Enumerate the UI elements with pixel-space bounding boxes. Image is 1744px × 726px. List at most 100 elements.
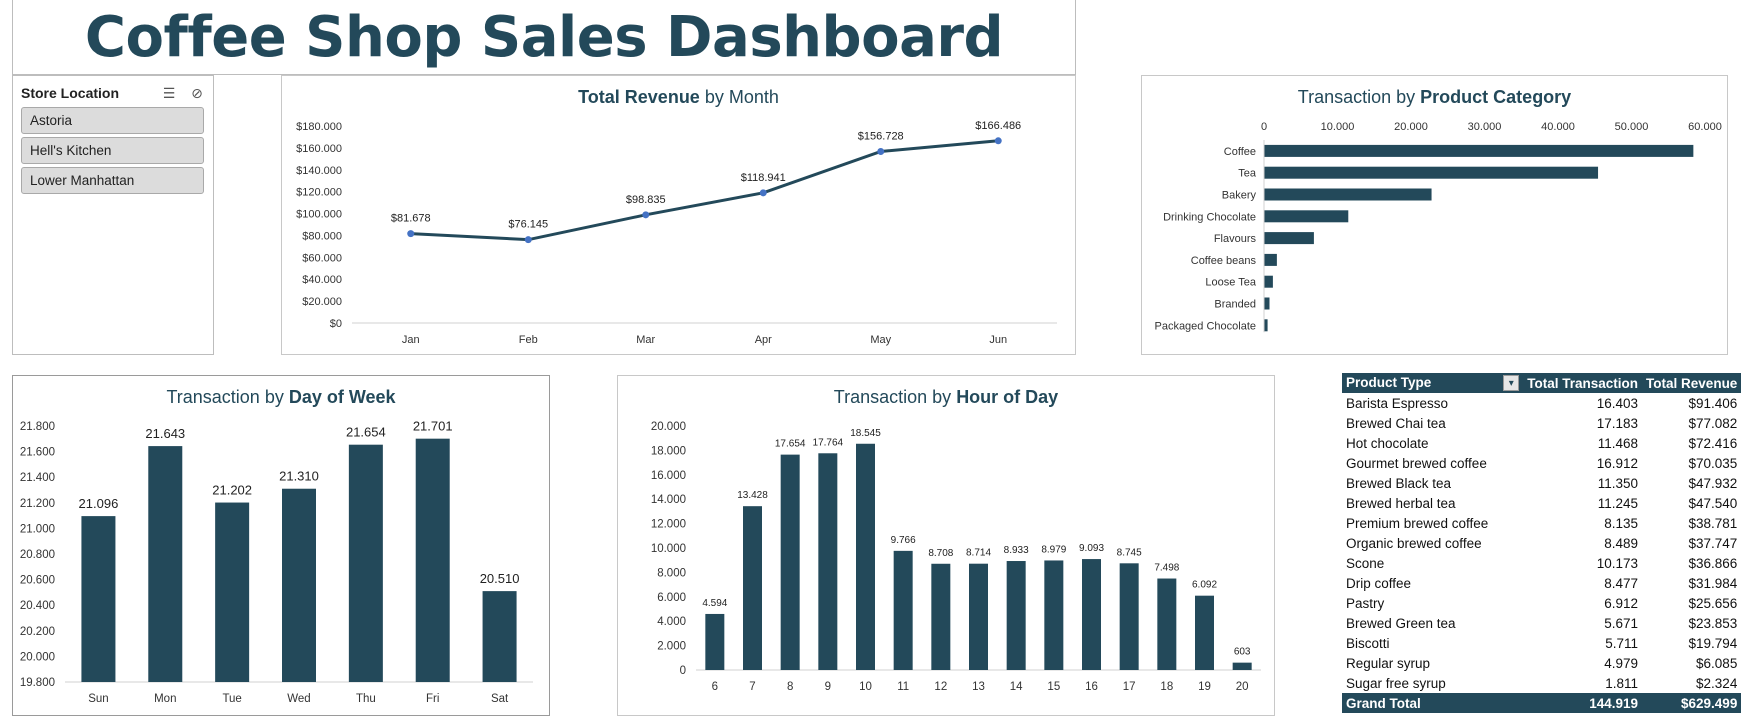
bar	[1157, 578, 1177, 670]
x-tick-label: 0	[1261, 121, 1267, 133]
y-tick-label: 4.000	[657, 616, 686, 628]
table-row: Scone 10.173 $36.866	[1342, 553, 1741, 573]
y-tick-label: 8.000	[657, 567, 686, 579]
table-row: Brewed Black tea 11.350 $47.932	[1342, 473, 1741, 493]
x-tick-label: Jan	[402, 334, 420, 346]
transaction-cell: 8.477	[1604, 575, 1639, 591]
revenue-cell: $23.853	[1688, 615, 1738, 631]
product-type-pivot-table: Product Type ▾ Total Transaction Total Re…	[1342, 373, 1742, 713]
table-row: Barista Espresso 16.403 $91.406	[1342, 393, 1741, 413]
transaction-cell: 11.245	[1597, 495, 1639, 511]
x-tick-label: Mar	[636, 334, 655, 346]
x-tick-label: Tue	[222, 693, 241, 705]
data-point	[642, 211, 650, 219]
bar	[1006, 561, 1026, 670]
hour-of-day-chart[interactable]: Transaction by Hour of Day 0 2.000 4.000 6.…	[617, 375, 1275, 716]
bar	[1044, 560, 1064, 670]
bar	[818, 453, 838, 670]
data-point	[759, 189, 767, 197]
bar	[931, 563, 951, 670]
revenue-cell: $6.085	[1696, 655, 1738, 671]
x-tick-label: Thu	[356, 693, 376, 705]
y-tick-label: $100.000	[296, 209, 342, 221]
x-tick-label: Apr	[755, 334, 772, 346]
data-label: 21.643	[145, 426, 185, 441]
y-tick-label: 19.800	[20, 677, 55, 689]
x-tick-label: Wed	[287, 693, 310, 705]
x-tick-label: 16	[1085, 681, 1098, 693]
revenue-cell: $70.035	[1688, 455, 1738, 471]
table-row: Premium brewed coffee 8.135 $38.781	[1342, 513, 1741, 533]
x-tick-label: 17	[1123, 681, 1136, 693]
transaction-cell: 16.403	[1596, 395, 1639, 411]
x-tick-label: 9	[825, 681, 831, 693]
bar	[348, 444, 383, 682]
store-location-slicer: Store Location ☰ ⊘ Astoria Hell's Kitche…	[12, 75, 214, 355]
table-row: Regular syrup 4.979 $6.085	[1342, 653, 1741, 673]
revenue-cell: $629.499	[1642, 693, 1742, 713]
y-tick-label: 16.000	[651, 470, 686, 482]
data-label: 21.202	[212, 483, 252, 498]
hour-bar-plot: 0 2.000 4.000 6.000 8.000 10.000 12.000 14.000 1…	[651, 421, 1261, 693]
data-label: $76.145	[508, 219, 548, 231]
category-bar	[1264, 210, 1349, 223]
table-row: Brewed herbal tea 11.245 $47.540	[1342, 493, 1741, 513]
product-type-cell: Premium brewed coffee	[1346, 515, 1489, 531]
x-tick-label: 20	[1236, 681, 1249, 693]
day-of-week-chart[interactable]: Transaction by Day of Week 19.800 20.000 2…	[12, 375, 550, 716]
transaction-cell: 16.912	[1596, 455, 1639, 471]
slicer-item-hells-kitchen[interactable]: Hell's Kitchen	[21, 137, 204, 164]
table-row: Sugar free syrup 1.811 $2.324	[1342, 673, 1741, 693]
table-row: Biscotti 5.711 $19.794	[1342, 633, 1741, 653]
bar	[705, 613, 725, 670]
dashboard-title: Coffee Shop Sales Dashboard	[84, 4, 1004, 70]
pivot-header-total-transaction: Total Transaction	[1523, 373, 1643, 393]
category-label: Coffee	[1224, 146, 1256, 158]
product-type-cell: Grand Total	[1342, 693, 1524, 713]
transaction-cell: 1.811	[1605, 675, 1639, 691]
clear-filter-icon[interactable]: ⊘	[187, 83, 207, 103]
slicer-header: Store Location ☰ ⊘	[21, 82, 207, 104]
product-category-chart[interactable]: Transaction by Product Category 0 10.000 2…	[1141, 75, 1728, 355]
revenue-cell: $19.794	[1688, 635, 1738, 651]
grand-total-row: Grand Total 144.919 $629.499	[1342, 693, 1742, 713]
revenue-cell: $2.324	[1696, 675, 1738, 691]
revenue-cell: $36.866	[1688, 555, 1738, 571]
table-row: Drip coffee 8.477 $31.984	[1342, 573, 1741, 593]
slicer-item-astoria[interactable]: Astoria	[21, 107, 204, 134]
x-tick-label: Jun	[989, 334, 1007, 346]
product-type-cell: Brewed herbal tea	[1346, 495, 1456, 511]
product-type-cell: Drip coffee	[1346, 575, 1412, 591]
revenue-by-month-chart[interactable]: Total Revenue by Month $0 $20.000 $40.000 $…	[281, 75, 1076, 355]
revenue-cell: $38.781	[1688, 515, 1738, 531]
x-tick-label: May	[870, 334, 891, 346]
bar	[148, 446, 183, 682]
x-tick-label: 15	[1047, 681, 1060, 693]
category-label: Bakery	[1222, 190, 1257, 202]
pivot-header-product-type[interactable]: Product Type ▾	[1342, 373, 1524, 393]
category-bar-plot: 0 10.000 20.000 30.000 40.000 50.000 60.000 Cof…	[1154, 121, 1721, 332]
x-tick-label: 18	[1160, 681, 1173, 693]
filter-dropdown-icon[interactable]: ▾	[1503, 375, 1520, 392]
data-label: 18.545	[850, 428, 881, 439]
x-tick-label: Feb	[519, 334, 538, 346]
data-label: $118.941	[741, 172, 786, 184]
y-tick-label: 20.800	[20, 549, 55, 561]
revenue-cell: $37.747	[1688, 535, 1738, 551]
table-row: Brewed Green tea 5.671 $23.853	[1342, 613, 1741, 633]
pivot-body: Barista Espresso 16.403 $91.406 Brewed Chai…	[1342, 393, 1742, 713]
data-point	[407, 230, 415, 238]
data-label: 8.933	[1004, 545, 1029, 556]
y-tick-label: 20.600	[20, 575, 55, 587]
slicer-item-lower-manhattan[interactable]: Lower Manhattan	[21, 167, 204, 194]
table-row: Hot chocolate 11.468 $72.416	[1342, 433, 1741, 453]
multi-select-icon[interactable]: ☰	[159, 83, 179, 103]
data-label: $156.728	[858, 130, 904, 142]
y-tick-label: 20.000	[651, 421, 686, 433]
data-label: 21.701	[413, 419, 453, 434]
y-tick-label: $160.000	[296, 143, 342, 155]
category-bar	[1264, 144, 1694, 157]
y-tick-label: 12.000	[651, 519, 686, 531]
data-label: 21.310	[279, 469, 319, 484]
revenue-cell: $77.082	[1688, 415, 1738, 431]
